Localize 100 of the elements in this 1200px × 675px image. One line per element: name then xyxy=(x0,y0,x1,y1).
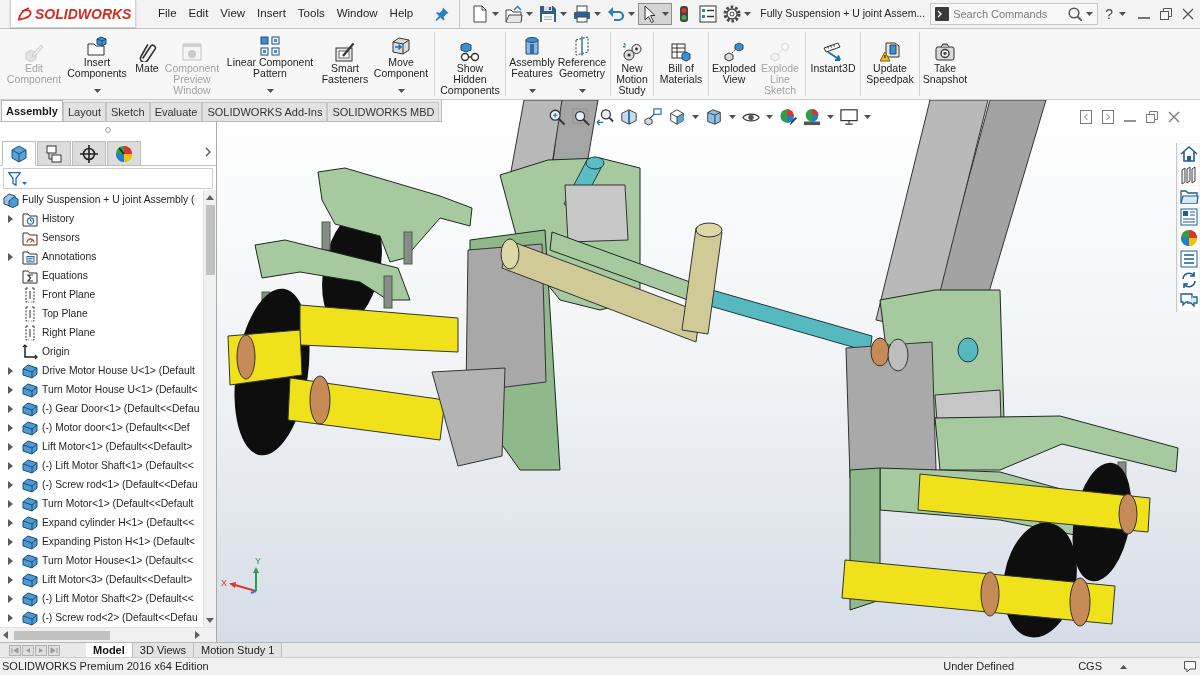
caret-icon[interactable] xyxy=(492,12,500,16)
caret-icon[interactable] xyxy=(1119,12,1126,16)
caret-icon[interactable] xyxy=(594,12,602,16)
search-input[interactable]: Search Commands xyxy=(953,6,1065,22)
panel-left-icon[interactable] xyxy=(1080,110,1092,124)
tree-item[interactable]: Turn Motor<1> (Default<<Default xyxy=(42,495,194,512)
tree-item[interactable]: Right Plane xyxy=(42,324,96,341)
menu-item[interactable]: Window xyxy=(330,3,384,25)
caret-icon[interactable] xyxy=(662,12,670,16)
view-palette-icon[interactable] xyxy=(1178,207,1199,227)
tree-item[interactable]: Lift Motor<1> (Default<<Default> xyxy=(42,438,193,455)
exploded-view-button[interactable]: Exploded View xyxy=(711,29,757,99)
tree-item[interactable]: Drive Motor House U<1> (Default xyxy=(42,362,195,379)
restore-icon[interactable] xyxy=(1160,8,1172,20)
chevron-right-icon[interactable] xyxy=(205,146,211,157)
caret-icon[interactable] xyxy=(766,115,773,119)
speech-bubble-icon[interactable] xyxy=(1184,660,1196,673)
bottom-tab[interactable]: 3D Views xyxy=(132,643,195,657)
scrollbar-thumb[interactable] xyxy=(205,205,215,275)
color-ball-pencil-icon[interactable] xyxy=(779,108,797,126)
close-icon[interactable] xyxy=(1168,111,1180,123)
move-component-button[interactable]: Move Component xyxy=(370,29,432,99)
bottom-tab[interactable]: Motion Study 1 xyxy=(194,643,283,657)
expand-arrow-icon[interactable] xyxy=(8,480,13,489)
expand-arrow-icon[interactable] xyxy=(8,461,13,470)
help-button[interactable]: ? xyxy=(1102,7,1116,21)
cube-icon[interactable] xyxy=(668,108,686,126)
tree-item[interactable]: Expand cylinder H<1> (Default<< xyxy=(42,514,195,531)
scroll-right-icon[interactable] xyxy=(195,631,200,639)
shaded-box-icon[interactable] xyxy=(705,108,723,126)
tree-item[interactable]: Lift Motor<3> (Default<<Default> xyxy=(42,571,193,588)
restore-icon[interactable] xyxy=(1146,111,1158,123)
command-tab[interactable]: SOLIDWORKS Add-Ins xyxy=(202,102,328,121)
mate-button[interactable]: Mate xyxy=(130,29,164,99)
expand-arrow-icon[interactable] xyxy=(8,423,13,432)
show-hidden-button[interactable]: Show Hidden Components xyxy=(437,29,503,99)
funnel-icon[interactable] xyxy=(8,171,21,186)
expand-arrow-icon[interactable] xyxy=(8,366,13,375)
folder-icon[interactable] xyxy=(1178,186,1199,206)
scroll-up-icon[interactable] xyxy=(206,195,214,200)
caret-icon[interactable] xyxy=(628,12,636,16)
menu-item[interactable]: Insert xyxy=(251,3,292,25)
property-tab[interactable] xyxy=(37,141,71,166)
expand-arrow-icon[interactable] xyxy=(8,214,13,223)
caret-icon[interactable] xyxy=(266,89,274,93)
caret-icon[interactable] xyxy=(864,115,871,119)
expand-arrow-icon[interactable] xyxy=(8,252,13,261)
expand-arrow-icon[interactable] xyxy=(8,556,13,565)
units-selector[interactable]: CGS xyxy=(1078,661,1102,672)
dimxpert-tab[interactable] xyxy=(72,141,106,166)
tree-item[interactable]: (-) Screw rod<2> (Default<<Defau xyxy=(42,609,198,626)
tree-item[interactable]: (-) Lift Motor Shaft<1> (Default<< xyxy=(42,457,194,474)
bill-of-materials-button[interactable]: Bill of Materials xyxy=(656,29,706,99)
caret-icon[interactable] xyxy=(729,115,736,119)
command-tab[interactable]: Assembly xyxy=(1,100,63,121)
magnifier-arrow-icon[interactable] xyxy=(596,108,614,126)
tree-item[interactable]: (-) Lift Motor Shaft<2> (Default<< xyxy=(42,590,194,607)
insert-components-button[interactable]: Insert Components xyxy=(64,29,130,99)
eye-icon[interactable] xyxy=(742,112,760,122)
caret-icon[interactable] xyxy=(1086,12,1094,16)
leader-note-icon[interactable] xyxy=(644,108,662,126)
tree-item[interactable]: (-) Gear Door<1> (Default<<Defau xyxy=(42,400,200,417)
expand-arrow-icon[interactable] xyxy=(8,442,13,451)
caret-icon[interactable] xyxy=(526,12,534,16)
search-box[interactable]: Search Commands xyxy=(930,3,1099,25)
pin-icon[interactable] xyxy=(435,7,450,21)
expand-arrow-icon[interactable] xyxy=(8,594,13,603)
tree-item[interactable]: Turn Motor House U<1> (Default< xyxy=(42,381,198,398)
menu-item[interactable]: View xyxy=(214,3,252,25)
caret-icon[interactable] xyxy=(528,89,536,93)
expand-arrow-icon[interactable] xyxy=(8,575,13,584)
smart-fasteners-button[interactable]: Smart Fasteners xyxy=(320,29,370,99)
caret-up-icon[interactable] xyxy=(1120,664,1127,669)
caret-icon[interactable] xyxy=(93,89,101,93)
select-button[interactable] xyxy=(638,3,673,25)
zoom-icon[interactable] xyxy=(548,108,566,126)
caret-icon[interactable] xyxy=(827,115,834,119)
caret-icon[interactable] xyxy=(744,12,752,16)
expand-arrow-icon[interactable] xyxy=(8,499,13,508)
sectioned-cube-icon[interactable] xyxy=(620,108,638,126)
properties-list-icon[interactable] xyxy=(1178,249,1199,269)
expand-arrow-icon[interactable] xyxy=(8,385,13,394)
display-tab[interactable] xyxy=(107,141,141,166)
menu-item[interactable]: Edit xyxy=(182,3,215,25)
tree-item[interactable]: Origin xyxy=(42,343,70,360)
tree-item[interactable]: Fully Suspension + U joint Assembly ( xyxy=(22,191,195,208)
menu-item[interactable]: File xyxy=(152,3,183,25)
horizontal-scrollbar[interactable] xyxy=(0,627,216,642)
filter-field[interactable] xyxy=(3,168,213,189)
menu-item[interactable]: Tools xyxy=(291,3,331,25)
zoom-area-icon[interactable] xyxy=(572,108,590,126)
scroll-down-icon[interactable] xyxy=(206,618,214,623)
tree-item[interactable]: Sensors xyxy=(42,229,80,246)
tree-item[interactable]: Equations xyxy=(42,267,88,284)
tree-item[interactable]: (-) Screw rod<1> (Default<<Defau xyxy=(42,476,198,493)
color-ball-icon[interactable] xyxy=(1178,228,1199,248)
expand-arrow-icon[interactable] xyxy=(8,404,13,413)
drag-handle-icon[interactable] xyxy=(105,127,111,133)
refresh-arrows-icon[interactable] xyxy=(1178,270,1199,290)
command-tab[interactable]: Evaluate xyxy=(149,102,203,121)
